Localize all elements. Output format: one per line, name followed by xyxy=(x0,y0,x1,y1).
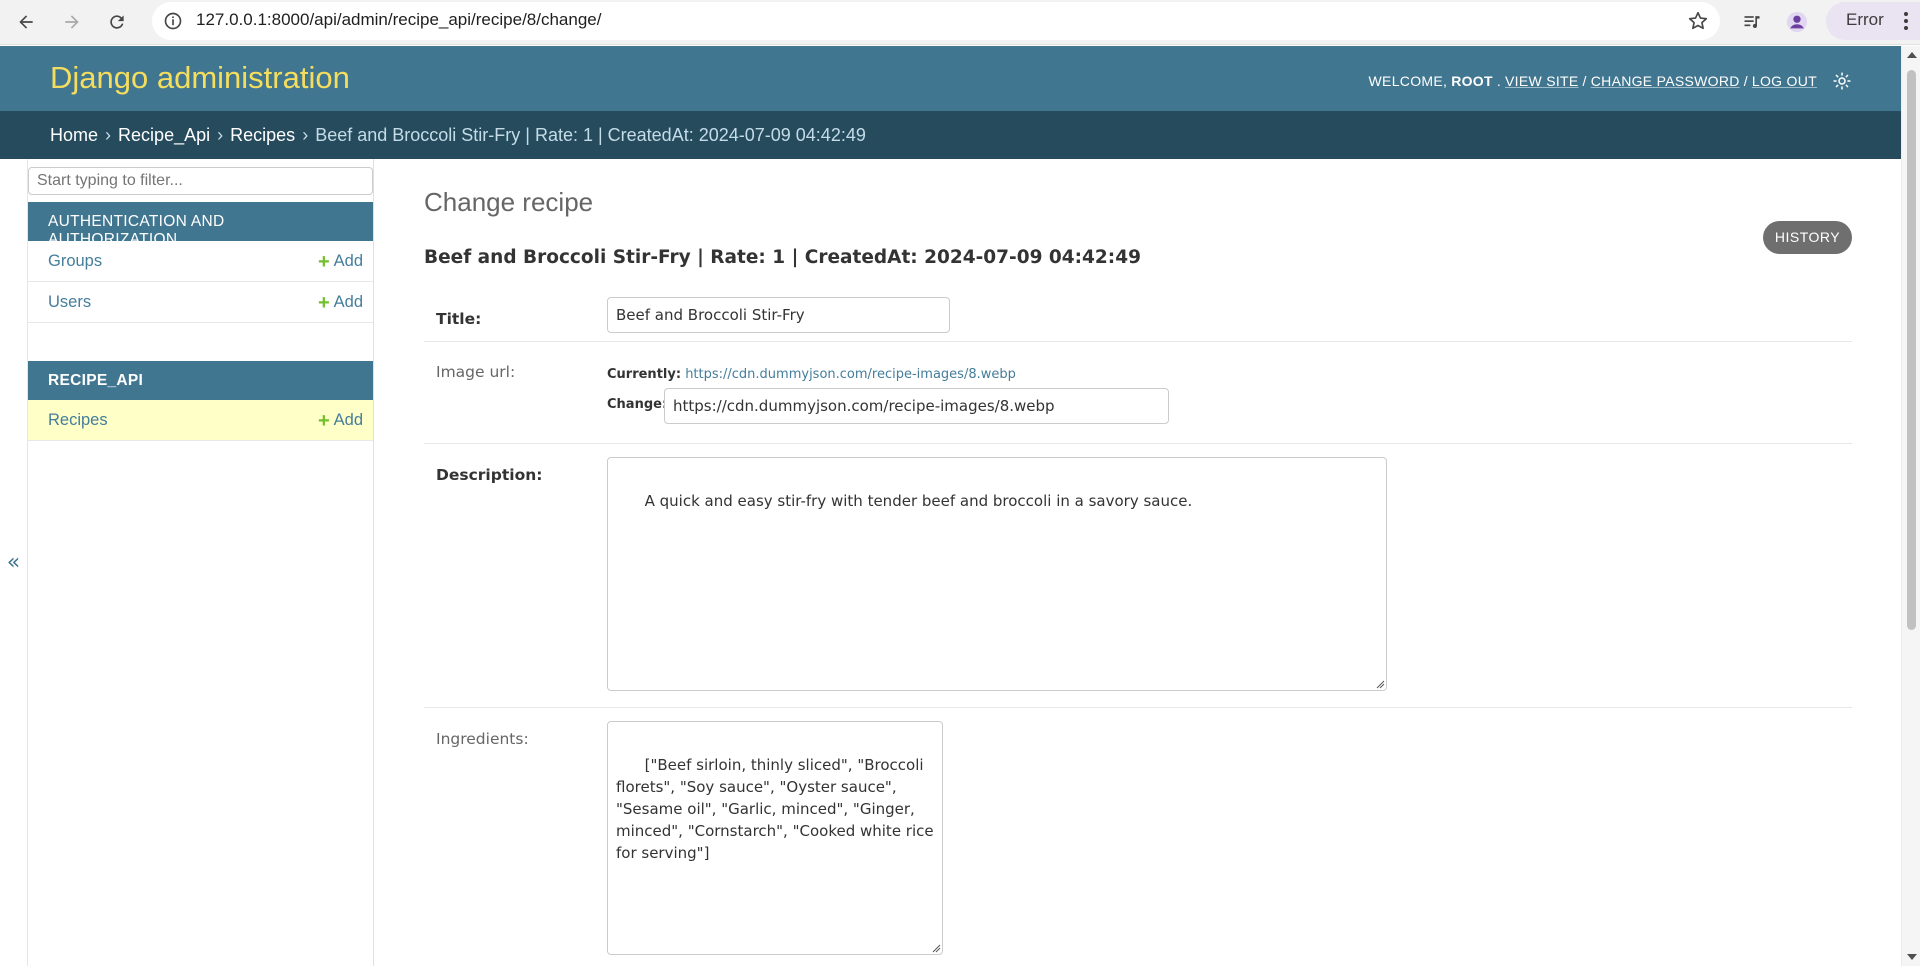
scroll-up-arrow-icon[interactable] xyxy=(1907,52,1917,58)
page-title: Change recipe xyxy=(424,187,594,217)
user-tools: WELCOME, ROOT. VIEW SITE / CHANGE PASSWO… xyxy=(1369,70,1853,92)
description-label: Description: xyxy=(436,466,543,484)
sidebar-item-groups-link[interactable]: Groups xyxy=(48,252,102,271)
sidebar-item-users: Users + Add xyxy=(28,282,373,323)
add-recipe-button[interactable]: + Add xyxy=(317,409,363,432)
resize-grip-icon[interactable] xyxy=(931,943,941,953)
site-header: Django administration WELCOME, ROOT. VIE… xyxy=(0,46,1901,111)
profile-icon[interactable] xyxy=(1781,6,1813,38)
ingredients-label: Ingredients: xyxy=(436,730,529,748)
change-password-link[interactable]: CHANGE PASSWORD xyxy=(1591,73,1740,89)
current-image-link[interactable]: https://cdn.dummyjson.com/recipe-images/… xyxy=(685,367,1016,382)
scroll-down-arrow-icon[interactable] xyxy=(1907,954,1917,960)
history-button[interactable]: HISTORY xyxy=(1763,221,1852,254)
app-caption-auth[interactable]: AUTHENTICATION AND AUTHORIZATION xyxy=(28,202,373,248)
description-textarea[interactable]: A quick and easy stir-fry with tender be… xyxy=(607,457,1387,691)
resize-grip-icon[interactable] xyxy=(1375,679,1385,689)
breadcrumb: Home › Recipe_Api › Recipes › Beef and B… xyxy=(0,111,1901,159)
app-module-recipe-api: RECIPE_API Recipes + Add xyxy=(28,361,373,441)
object-heading: Beef and Broccoli Stir-Fry | Rate: 1 | C… xyxy=(424,247,1141,268)
sidebar-item-users-link[interactable]: Users xyxy=(48,293,91,312)
username: ROOT xyxy=(1451,73,1493,89)
double-chevron-left-icon: « xyxy=(6,550,21,575)
image-url-currently: Currently: https://cdn.dummyjson.com/rec… xyxy=(607,367,1016,382)
bookmark-star-icon[interactable] xyxy=(1686,9,1710,33)
title-input[interactable] xyxy=(607,297,950,333)
app-caption-recipe-api[interactable]: RECIPE_API xyxy=(28,361,373,400)
scrollbar-thumb[interactable] xyxy=(1907,70,1916,630)
reload-icon[interactable] xyxy=(101,6,133,38)
plus-icon: + xyxy=(317,250,330,273)
sidebar-item-recipes: Recipes + Add xyxy=(28,400,373,441)
image-url-input[interactable] xyxy=(664,388,1169,424)
form-row-description: Description: A quick and easy stir-fry w… xyxy=(424,444,1852,708)
form-row-image-url: Image url: Currently: https://cdn.dummyj… xyxy=(424,342,1852,444)
log-out-link[interactable]: LOG OUT xyxy=(1752,73,1817,89)
plus-icon: + xyxy=(317,291,330,314)
title-label: Title: xyxy=(436,310,482,328)
nav-sidebar: AUTHENTICATION AND AUTHORIZATION Groups … xyxy=(28,159,374,966)
breadcrumb-home[interactable]: Home xyxy=(50,125,98,145)
profile-error-chip[interactable]: Error xyxy=(1826,2,1920,40)
breadcrumb-model[interactable]: Recipes xyxy=(230,125,295,145)
theme-toggle-sun-icon[interactable] xyxy=(1831,70,1853,92)
media-control-icon[interactable] xyxy=(1736,6,1768,38)
main-content: Change recipe HISTORY Beef and Broccoli … xyxy=(374,159,1901,966)
sidebar-item-groups: Groups + Add xyxy=(28,241,373,282)
url-text[interactable]: 127.0.0.1:8000/api/admin/recipe_api/reci… xyxy=(196,10,601,30)
breadcrumb-current: Beef and Broccoli Stir-Fry | Rate: 1 | C… xyxy=(315,125,866,145)
view-site-link[interactable]: VIEW SITE xyxy=(1505,73,1579,89)
site-branding[interactable]: Django administration xyxy=(50,60,350,96)
form-row-title: Title: xyxy=(424,292,1852,342)
currently-label: Currently: xyxy=(607,367,682,382)
back-icon[interactable] xyxy=(10,6,42,38)
site-info-icon[interactable] xyxy=(162,10,184,32)
add-group-button[interactable]: + Add xyxy=(317,250,363,273)
app-module-auth: AUTHENTICATION AND AUTHORIZATION Groups … xyxy=(28,202,373,323)
collapse-sidebar-button[interactable]: « xyxy=(0,159,28,966)
forward-icon[interactable] xyxy=(56,6,88,38)
ingredients-textarea[interactable]: ["Beef sirloin, thinly sliced", "Broccol… xyxy=(607,721,943,955)
page-scrollbar[interactable] xyxy=(1901,46,1920,966)
address-bar[interactable]: 127.0.0.1:8000/api/admin/recipe_api/reci… xyxy=(152,2,1720,40)
plus-icon: + xyxy=(317,409,330,432)
form-row-ingredients: Ingredients: ["Beef sirloin, thinly slic… xyxy=(424,708,1852,966)
browser-toolbar: 127.0.0.1:8000/api/admin/recipe_api/reci… xyxy=(0,0,1920,45)
sidebar-item-recipes-link[interactable]: Recipes xyxy=(48,411,108,430)
welcome-text: WELCOME, xyxy=(1368,73,1448,89)
profile-error-label: Error xyxy=(1846,10,1884,29)
nav-filter-input[interactable] xyxy=(28,167,373,195)
add-user-button[interactable]: + Add xyxy=(317,291,363,314)
breadcrumb-app[interactable]: Recipe_Api xyxy=(118,125,210,145)
more-vert-icon[interactable] xyxy=(1898,9,1914,33)
image-url-label: Image url: xyxy=(436,363,516,381)
image-url-change-label: Change: xyxy=(607,397,668,412)
